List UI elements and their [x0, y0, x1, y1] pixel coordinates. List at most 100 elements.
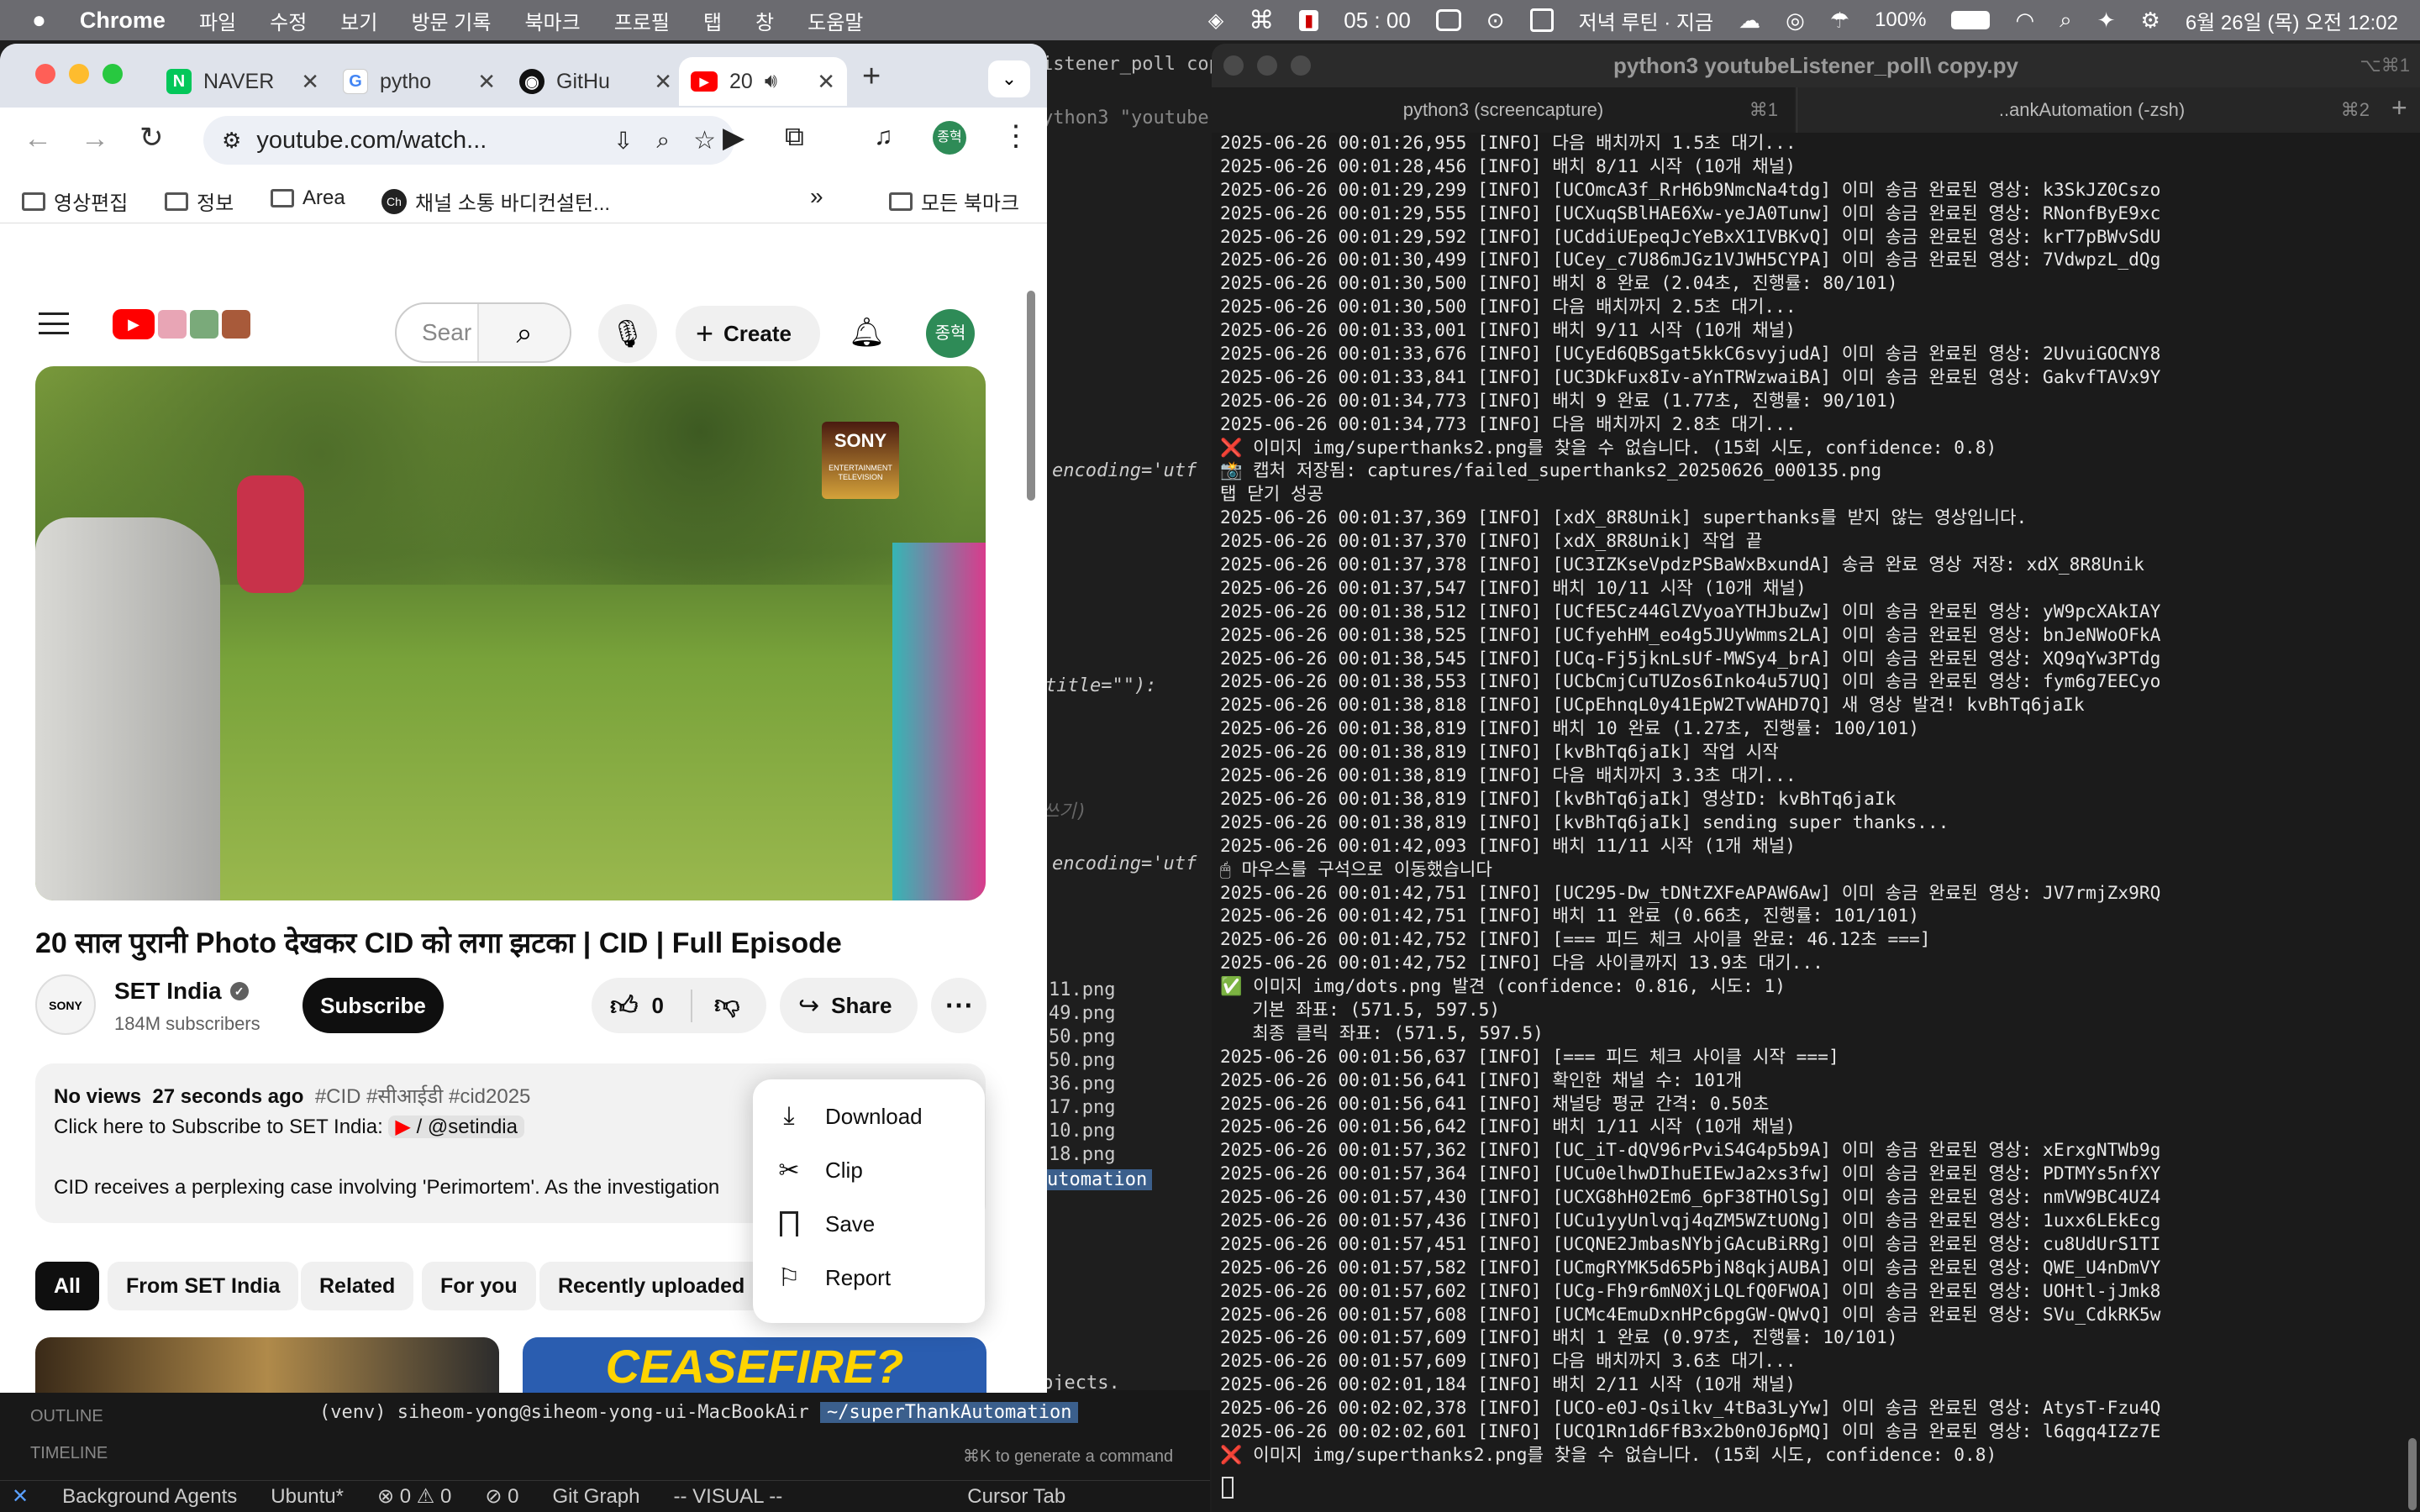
back-button[interactable]: ←	[24, 123, 52, 155]
menu-item-history[interactable]: 방문 기록	[411, 6, 491, 35]
profile-avatar[interactable]: 종혁	[933, 121, 966, 155]
search-box[interactable]: Sear ⌕	[395, 302, 571, 363]
reminder-text[interactable]: 저녁 루틴 · 지금	[1579, 6, 1713, 35]
timer-icon[interactable]: ▮	[1299, 9, 1319, 31]
pattern-icon[interactable]: ◈	[1208, 8, 1223, 33]
outline-panel[interactable]: OUTLINE	[30, 1407, 103, 1426]
minimize-window-button[interactable]	[69, 64, 89, 84]
new-tab-button[interactable]: +	[862, 59, 881, 95]
chip-recently-uploaded[interactable]: Recently uploaded	[539, 1262, 764, 1310]
play-circle-icon[interactable]: ⊙	[1486, 8, 1505, 34]
window-icon[interactable]	[1435, 9, 1461, 31]
bookmark-link[interactable]: Ch 채널 소통 바디컨설턴...	[381, 186, 610, 216]
maximize-window-button[interactable]	[1291, 55, 1311, 76]
menu-item-profile[interactable]: 프로필	[614, 6, 670, 35]
menu-save[interactable]: Save	[753, 1197, 985, 1251]
timeline-panel[interactable]: TIMELINE	[30, 1444, 108, 1463]
chip-related[interactable]: Related	[301, 1262, 414, 1310]
wifi-icon[interactable]: ◠	[2015, 8, 2034, 34]
terminal-tab-1[interactable]: python3 (screencapture) ⌘1	[1212, 87, 1795, 133]
chip-all[interactable]: All	[35, 1262, 99, 1310]
subscribe-button[interactable]: Subscribe	[302, 978, 444, 1033]
site-settings-icon[interactable]: ⚙	[222, 128, 241, 154]
bookmark-folder[interactable]: 영상편집	[22, 186, 128, 216]
address-bar[interactable]: ⚙ youtube.com/watch... ⇩ ⌕ ☆	[203, 116, 734, 165]
channel-name-row[interactable]: SET India ✓	[114, 978, 249, 1005]
channel-name[interactable]: SET India	[114, 978, 222, 1005]
chrome-menu-icon[interactable]: ⋮	[1002, 119, 1030, 153]
menu-item-tab[interactable]: 탭	[703, 6, 722, 35]
status-branch[interactable]: Ubuntu*	[271, 1485, 344, 1509]
status-cursor-tab[interactable]: Cursor Tab	[967, 1485, 1065, 1509]
menu-item-window[interactable]: 창	[755, 6, 774, 35]
channel-avatar[interactable]: SONY	[35, 974, 96, 1035]
notifications-bell-icon[interactable]: 🔔︎	[849, 316, 885, 349]
remote-icon[interactable]: ✕	[12, 1484, 29, 1509]
close-icon[interactable]: ✕	[817, 69, 835, 95]
status-git-graph[interactable]: Git Graph	[552, 1485, 639, 1509]
terminal-output[interactable]: 2025-06-26 00:01:26,955 [INFO] 다음 배치까지 1…	[1220, 131, 2420, 1467]
command-icon[interactable]: ⌘	[1249, 6, 1274, 35]
search-button[interactable]: ⌕	[477, 304, 570, 361]
datetime[interactable]: 6월 26일 (목) 오전 12:02	[2186, 6, 2398, 35]
airdrop-icon[interactable]: ◎	[1786, 8, 1805, 34]
share-button[interactable]: ↪ Share	[780, 978, 918, 1033]
account-avatar[interactable]: 종혁	[926, 309, 975, 358]
tab-github[interactable]: ◉ GitHu ✕	[508, 57, 684, 106]
timer-value[interactable]: 05 : 00	[1344, 8, 1411, 34]
zoom-icon[interactable]: ⌕	[656, 127, 670, 155]
extensions-icon[interactable]: ⧉	[785, 121, 804, 153]
create-button[interactable]: + Create	[676, 306, 820, 361]
menu-item-file[interactable]: 파일	[199, 6, 236, 35]
minimize-window-button[interactable]	[1257, 55, 1277, 76]
bookmark-folder[interactable]: 정보	[165, 186, 234, 216]
install-app-icon[interactable]: ⇩	[613, 127, 633, 155]
raycast-icon[interactable]: ✦	[2097, 8, 2116, 34]
more-bookmarks-icon[interactable]: »	[810, 183, 823, 210]
dislike-button[interactable]: 👎︎	[692, 990, 739, 1021]
close-icon[interactable]: ✕	[301, 69, 319, 95]
tab-search-button[interactable]: ⌄	[988, 60, 1030, 97]
status-background-agents[interactable]: Background Agents	[62, 1485, 237, 1509]
close-icon[interactable]: ✕	[654, 69, 672, 95]
menu-item-help[interactable]: 도움말	[808, 6, 863, 35]
forward-button[interactable]: →	[81, 123, 109, 155]
media-control-icon[interactable]: ♫	[874, 123, 893, 151]
control-center-icon[interactable]: ⚙	[2141, 8, 2160, 34]
maximize-window-button[interactable]	[103, 64, 123, 84]
search-input[interactable]: Sear	[397, 319, 477, 346]
youtube-logo[interactable]: ▶	[113, 309, 250, 339]
bookmark-star-icon[interactable]: ☆	[693, 126, 716, 155]
menu-item-bookmarks[interactable]: 북마크	[524, 6, 580, 35]
battery-icon[interactable]	[1951, 11, 1991, 29]
menu-report[interactable]: ⚐ Report	[753, 1251, 985, 1305]
video-thumbnail[interactable]: CEASEFIRE?	[523, 1337, 986, 1393]
battery-percent[interactable]: 100%	[1875, 8, 1926, 32]
menu-app-name[interactable]: Chrome	[80, 8, 166, 34]
status-ports[interactable]: ⊘ 0	[485, 1484, 518, 1509]
tab-naver[interactable]: N NAVER ✕	[155, 57, 331, 106]
close-window-button[interactable]	[1223, 55, 1244, 76]
apple-icon[interactable]: ●	[32, 7, 46, 34]
all-bookmarks[interactable]: 모든 북마크	[889, 186, 1019, 216]
hamburger-menu-icon[interactable]	[39, 312, 69, 334]
hashtags[interactable]: #CID #सीआईडी #cid2025	[315, 1085, 531, 1108]
chip-for-you[interactable]: For you	[422, 1262, 536, 1310]
menu-item-view[interactable]: 보기	[340, 6, 377, 35]
url-text[interactable]: youtube.com/watch...	[256, 127, 487, 155]
video-player[interactable]: SONY ENTERTAINMENT TELEVISION	[35, 366, 986, 900]
voice-search-icon[interactable]: 🎙︎	[598, 304, 657, 363]
terminal-scrollbar[interactable]	[2408, 1438, 2417, 1510]
scrollbar-thumb[interactable]	[1027, 291, 1035, 501]
weather-icon[interactable]: ☂	[1830, 8, 1849, 34]
new-tab-button[interactable]: +	[2391, 92, 2407, 123]
bookmark-folder[interactable]: Area	[271, 186, 345, 210]
menu-item-edit[interactable]: 수정	[270, 6, 307, 35]
tab-youtube[interactable]: ▶ 20 🔊︎ ✕	[679, 57, 847, 106]
media-play-icon[interactable]: ▶	[723, 121, 744, 155]
menu-clip[interactable]: ✂ Clip	[753, 1143, 985, 1197]
reminder-icon[interactable]	[1529, 8, 1554, 32]
tab-google[interactable]: G pytho ✕	[331, 57, 508, 106]
reload-button[interactable]: ↻	[139, 121, 164, 155]
menu-download[interactable]: ⤓ Download	[753, 1089, 985, 1143]
